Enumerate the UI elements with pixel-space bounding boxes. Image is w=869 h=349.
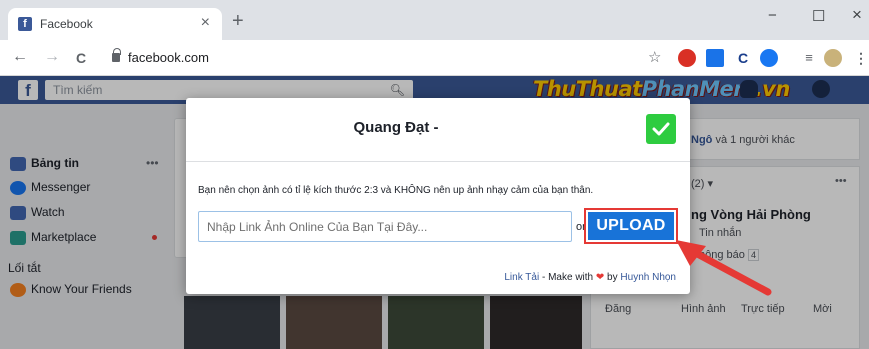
annotation-arrow-icon (676, 240, 772, 296)
